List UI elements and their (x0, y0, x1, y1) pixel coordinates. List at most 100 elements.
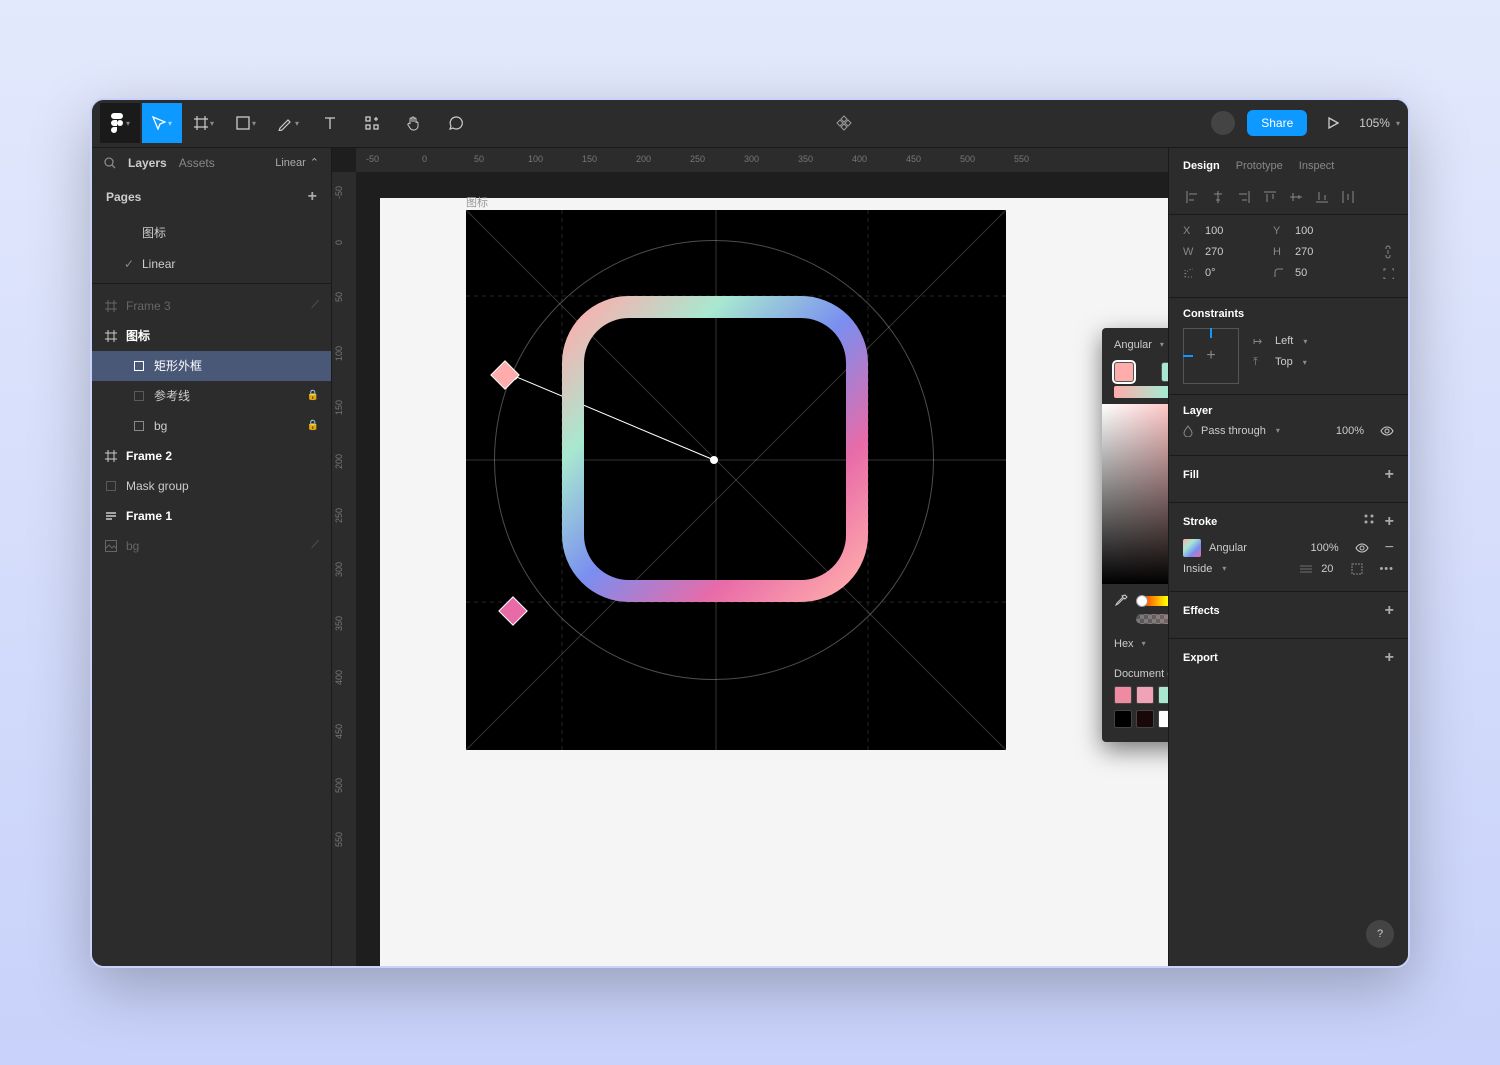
zoom-control[interactable]: 105% ▾ (1359, 116, 1400, 130)
layer-opacity-input[interactable]: 100% (1336, 425, 1364, 437)
page-item[interactable]: ✓Linear (92, 249, 331, 279)
lock-icon[interactable]: 🔒 (307, 390, 319, 401)
gradient-preview-bar[interactable] (1114, 386, 1168, 398)
color-swatch[interactable] (1136, 686, 1154, 704)
y-input[interactable]: 100 (1295, 225, 1355, 237)
x-label: X (1183, 225, 1197, 237)
frame-tool-button[interactable]: ▾ (184, 103, 224, 143)
pen-tool-button[interactable]: ▾ (268, 103, 308, 143)
radius-input[interactable]: 50 (1295, 267, 1355, 279)
figma-logo-button[interactable]: ▾ (100, 103, 140, 143)
layers-tab[interactable]: Layers (128, 156, 167, 170)
color-swatch[interactable] (1114, 686, 1132, 704)
add-stroke-button[interactable]: + (1385, 513, 1394, 531)
hue-handle[interactable] (1136, 595, 1148, 607)
add-effect-button[interactable]: + (1385, 602, 1394, 620)
stroke-visibility-icon[interactable] (1355, 543, 1369, 553)
inspect-tab[interactable]: Inspect (1299, 160, 1334, 172)
layer-item[interactable]: Frame 2 (92, 441, 331, 471)
search-icon[interactable] (104, 157, 116, 169)
share-button[interactable]: Share (1247, 110, 1307, 136)
gradient-stop[interactable] (1161, 362, 1168, 382)
v-constraint-select[interactable]: Top (1275, 356, 1293, 368)
hue-slider[interactable] (1136, 596, 1168, 606)
stroke-width-input[interactable]: 20 (1321, 563, 1333, 575)
gradient-handle-start[interactable] (490, 360, 520, 390)
hidden-icon[interactable]: ⟋ (311, 539, 319, 552)
stroke-advanced-icon[interactable]: ••• (1379, 563, 1394, 575)
saturation-field[interactable] (1102, 404, 1168, 584)
stroke-side-icon[interactable] (1351, 563, 1363, 575)
add-fill-button[interactable]: + (1385, 466, 1394, 484)
align-vcenter-icon[interactable] (1285, 186, 1307, 208)
hidden-icon[interactable]: ⟋ (311, 299, 319, 312)
design-tab[interactable]: Design (1183, 160, 1220, 172)
color-swatch[interactable] (1114, 710, 1132, 728)
align-top-icon[interactable] (1259, 186, 1281, 208)
independent-corners-icon[interactable] (1382, 267, 1394, 279)
link-wh-icon[interactable] (1382, 245, 1394, 259)
layer-item[interactable]: bg 🔒 (92, 411, 331, 441)
alpha-slider[interactable] (1136, 614, 1168, 624)
blend-mode-select[interactable]: Pass through (1201, 425, 1266, 437)
layer-item[interactable]: Frame 3 ⟋ (92, 291, 331, 321)
gradient-stop[interactable] (1114, 362, 1134, 382)
align-bottom-icon[interactable] (1311, 186, 1333, 208)
w-input[interactable]: 270 (1205, 246, 1265, 258)
layer-item-selected[interactable]: 矩形外框 (92, 351, 331, 381)
layer-item[interactable]: 参考线 🔒 (92, 381, 331, 411)
add-export-button[interactable]: + (1385, 649, 1394, 667)
color-swatch[interactable] (1136, 710, 1154, 728)
canvas[interactable]: -50 0 50 100 150 200 250 300 350 400 450… (332, 148, 1168, 966)
help-button[interactable]: ? (1366, 920, 1394, 948)
h-input[interactable]: 270 (1295, 246, 1355, 258)
layer-item[interactable]: 图标 (92, 321, 331, 351)
stroke-opacity-input[interactable]: 100% (1311, 542, 1339, 554)
document-colors-label[interactable]: Document colors (1114, 668, 1168, 680)
frame-content[interactable] (466, 210, 1006, 750)
h-constraint-select[interactable]: Left (1275, 335, 1293, 347)
resources-button[interactable] (352, 103, 392, 143)
gradient-type-label[interactable]: Angular (1114, 339, 1152, 351)
comment-tool-button[interactable] (436, 103, 476, 143)
assets-tab[interactable]: Assets (179, 156, 215, 170)
layer-item[interactable]: bg ⟋ (92, 531, 331, 561)
text-tool-button[interactable] (310, 103, 350, 143)
layer-item[interactable]: Mask group (92, 471, 331, 501)
align-left-icon[interactable] (1181, 186, 1203, 208)
distribute-icon[interactable] (1337, 186, 1359, 208)
stroke-type-label: Angular (1209, 542, 1247, 554)
add-page-button[interactable]: + (308, 188, 317, 206)
y-label: Y (1273, 225, 1287, 237)
stroke-position-select[interactable]: Inside (1183, 563, 1212, 575)
lock-icon[interactable]: 🔒 (307, 420, 319, 431)
page-item[interactable]: 图标 (92, 216, 331, 249)
align-right-icon[interactable] (1233, 186, 1255, 208)
eyedropper-icon[interactable] (1114, 594, 1128, 608)
move-tool-button[interactable]: ▾ (142, 103, 182, 143)
rotation-input[interactable]: 0° (1205, 267, 1265, 279)
prototype-tab[interactable]: Prototype (1236, 160, 1283, 172)
stroke-swatch[interactable] (1183, 539, 1201, 557)
constraints-widget[interactable]: + (1183, 328, 1239, 384)
chevron-up-icon: ⌃ (310, 156, 319, 169)
rect-icon (132, 361, 146, 371)
stroke-styles-icon[interactable] (1363, 513, 1375, 531)
color-swatch[interactable] (1158, 710, 1168, 728)
remove-stroke-button[interactable]: − (1385, 539, 1394, 557)
visibility-icon[interactable] (1380, 426, 1394, 436)
frame-label[interactable]: 图标 (466, 194, 488, 210)
selected-shape[interactable] (562, 296, 868, 602)
align-hcenter-icon[interactable] (1207, 186, 1229, 208)
page-filter[interactable]: Linear ⌃ (275, 156, 319, 169)
layer-item[interactable]: Frame 1 (92, 501, 331, 531)
user-avatar[interactable] (1211, 111, 1235, 135)
hand-tool-button[interactable] (394, 103, 434, 143)
w-label: W (1183, 246, 1197, 258)
color-mode-label[interactable]: Hex (1114, 638, 1134, 650)
present-button[interactable] (1319, 103, 1347, 143)
shape-tool-button[interactable]: ▾ (226, 103, 266, 143)
color-swatch[interactable] (1158, 686, 1168, 704)
gradient-handle-end[interactable] (498, 596, 528, 626)
x-input[interactable]: 100 (1205, 225, 1265, 237)
